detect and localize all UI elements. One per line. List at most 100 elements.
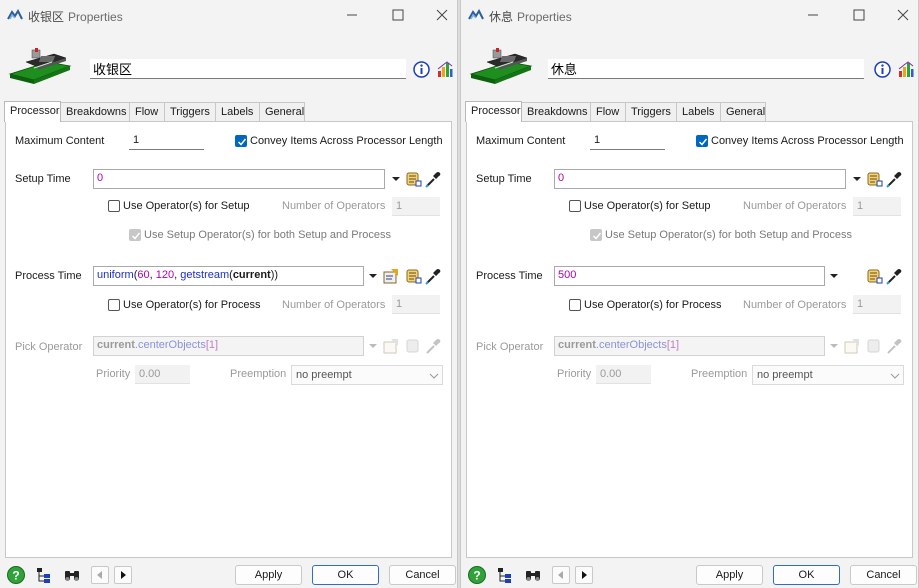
tab-labels[interactable]: Labels	[215, 102, 260, 122]
ok-button[interactable]: OK	[312, 565, 379, 585]
sampler-eyedropper-icon[interactable]	[424, 337, 442, 355]
sampler-eyedropper-icon[interactable]	[424, 170, 442, 188]
script-edit-icon[interactable]	[865, 267, 883, 285]
use-operator-setup-checkbox[interactable]	[108, 200, 120, 212]
apply-button[interactable]: Apply	[235, 565, 302, 585]
tab-general[interactable]: General	[720, 102, 766, 122]
tab-processor[interactable]: Processor	[4, 101, 61, 122]
help-icon[interactable]: ?	[6, 565, 26, 585]
convey-checkbox[interactable]	[696, 135, 708, 147]
setup-time-value: 0	[97, 172, 104, 184]
tab-triggers[interactable]: Triggers	[164, 102, 216, 122]
statistics-chart-icon[interactable]	[898, 60, 914, 78]
script-edit-icon[interactable]	[404, 267, 422, 285]
preemption-value: no preempt	[296, 369, 352, 381]
setup-time-field[interactable]: 0	[93, 169, 385, 189]
close-icon[interactable]	[427, 6, 457, 24]
use-operator-process-label: Use Operator(s) for Process	[584, 299, 722, 311]
num-operators-setup-field[interactable]: 1	[392, 197, 440, 216]
code-template-icon[interactable]	[843, 337, 861, 355]
binoculars-icon[interactable]	[62, 565, 82, 585]
use-setup-both-checkbox[interactable]	[590, 229, 602, 241]
minimize-icon[interactable]	[798, 6, 828, 24]
svg-text:?: ?	[473, 569, 480, 583]
dropdown-arrow-icon[interactable]	[368, 271, 378, 281]
tree-view-icon[interactable]	[495, 565, 515, 585]
statistics-chart-icon[interactable]	[437, 60, 453, 78]
close-icon[interactable]	[888, 6, 918, 24]
info-icon[interactable]	[413, 61, 430, 78]
previous-button[interactable]	[91, 566, 109, 584]
num-operators-setup-field[interactable]: 1	[853, 197, 901, 216]
pick-operator-field[interactable]: current.centerObjects[1]	[93, 336, 364, 356]
use-setup-both-checkbox[interactable]	[129, 229, 141, 241]
process-time-field[interactable]: uniform(60, 120, getstream(current))	[93, 266, 364, 286]
tree-view-icon[interactable]	[34, 565, 54, 585]
sampler-eyedropper-icon[interactable]	[885, 267, 903, 285]
flexsim-logo-icon	[468, 9, 484, 20]
pick-operator-field[interactable]: current.centerObjects[1]	[554, 336, 825, 356]
help-icon[interactable]: ?	[467, 565, 487, 585]
maximize-icon[interactable]	[844, 6, 874, 24]
apply-button[interactable]: Apply	[696, 565, 763, 585]
tab-general[interactable]: General	[259, 102, 305, 122]
tab-breakdowns[interactable]: Breakdowns	[60, 102, 130, 122]
cancel-button[interactable]: Cancel	[850, 565, 917, 585]
use-setup-both-label: Use Setup Operator(s) for both Setup and…	[144, 229, 392, 241]
sampler-eyedropper-icon[interactable]	[885, 337, 903, 355]
info-icon[interactable]	[874, 61, 891, 78]
code-template-icon[interactable]	[382, 267, 400, 285]
dropdown-arrow-icon[interactable]	[391, 174, 401, 184]
max-content-field[interactable]: 1	[129, 131, 204, 150]
object-name-field[interactable]	[90, 59, 406, 79]
dropdown-arrow-icon[interactable]	[368, 341, 378, 351]
script-edit-icon[interactable]	[404, 170, 422, 188]
preemption-select[interactable]: no preempt	[291, 365, 443, 385]
num-operators-process-field[interactable]: 1	[853, 295, 901, 314]
process-time-field[interactable]: 500	[554, 266, 825, 286]
previous-button[interactable]	[552, 566, 570, 584]
object-name-field[interactable]	[548, 59, 864, 79]
use-operator-process-checkbox[interactable]	[108, 299, 120, 311]
dropdown-arrow-icon[interactable]	[829, 271, 839, 281]
setup-time-field[interactable]: 0	[554, 169, 846, 189]
priority-field[interactable]: 0.00	[135, 365, 190, 384]
dropdown-arrow-icon[interactable]	[829, 341, 839, 351]
next-button[interactable]	[575, 566, 593, 584]
chevron-down-icon	[429, 373, 439, 379]
convey-checkbox[interactable]	[235, 135, 247, 147]
max-content-label: Maximum Content	[15, 135, 105, 147]
use-operator-setup-checkbox[interactable]	[569, 200, 581, 212]
script-edit-icon[interactable]	[404, 337, 422, 355]
num-operators-setup-label: Number of Operators	[743, 200, 847, 212]
tab-triggers[interactable]: Triggers	[625, 102, 677, 122]
tab-flow[interactable]: Flow	[590, 102, 626, 122]
dropdown-arrow-icon[interactable]	[852, 174, 862, 184]
tab-flow[interactable]: Flow	[129, 102, 165, 122]
code-token: 120	[155, 269, 175, 281]
minimize-icon[interactable]	[337, 6, 367, 24]
binoculars-icon[interactable]	[523, 565, 543, 585]
preemption-select[interactable]: no preempt	[752, 365, 904, 385]
tab-processor[interactable]: Processor	[465, 101, 522, 122]
code-token: uniform	[97, 269, 134, 281]
tab-labels[interactable]: Labels	[676, 102, 721, 122]
priority-field[interactable]: 0.00	[596, 365, 651, 384]
max-content-field[interactable]: 1	[590, 131, 665, 150]
next-button[interactable]	[114, 566, 132, 584]
title-bar[interactable]: 休息 Properties	[461, 0, 918, 30]
title-bar[interactable]: 收银区 Properties	[0, 0, 457, 30]
code-template-icon[interactable]	[382, 337, 400, 355]
maximize-icon[interactable]	[383, 6, 413, 24]
window-title: 收银区 Properties	[28, 8, 123, 25]
cancel-button[interactable]: Cancel	[389, 565, 456, 585]
num-operators-process-field[interactable]: 1	[392, 295, 440, 314]
script-edit-icon[interactable]	[865, 337, 883, 355]
sampler-eyedropper-icon[interactable]	[885, 170, 903, 188]
sampler-eyedropper-icon[interactable]	[424, 267, 442, 285]
ok-button[interactable]: OK	[773, 565, 840, 585]
tab-breakdowns[interactable]: Breakdowns	[521, 102, 591, 122]
code-token: .centerObjects	[134, 339, 206, 351]
use-operator-process-checkbox[interactable]	[569, 299, 581, 311]
script-edit-icon[interactable]	[865, 170, 883, 188]
